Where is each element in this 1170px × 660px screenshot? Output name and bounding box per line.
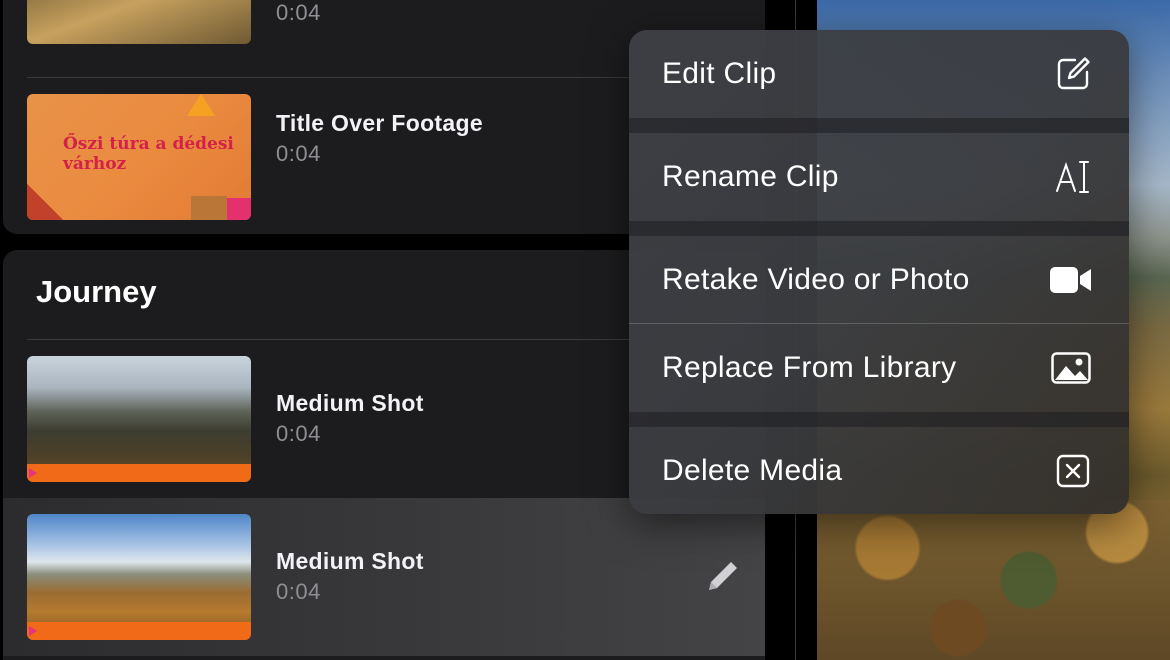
menu-item-label: Rename Clip (662, 160, 839, 193)
menu-item-label: Edit Clip (662, 57, 777, 90)
delete-box-icon (1053, 451, 1093, 491)
corner-shape (27, 184, 63, 220)
clip-thumbnail (27, 356, 251, 482)
menu-item-replace-from-library[interactable]: Replace From Library (629, 324, 1129, 412)
triangle-shape (187, 94, 215, 116)
lower-third-bar (27, 622, 251, 640)
edit-square-icon (1053, 54, 1093, 94)
pattern-shape (191, 196, 227, 220)
video-camera-icon (1049, 260, 1093, 300)
menu-item-delete-media[interactable]: Delete Media (629, 427, 1129, 514)
menu-item-label: Replace From Library (662, 351, 957, 384)
photo-icon (1049, 348, 1093, 388)
clip-title: Medium Shot (276, 548, 424, 574)
clip-thumbnail (27, 0, 251, 44)
clip-title: Title Over Footage (276, 110, 483, 136)
section-title: Journey (36, 274, 157, 309)
menu-item-label: Delete Media (662, 453, 843, 487)
pencil-icon (709, 562, 737, 590)
clip-duration: 0:04 (276, 421, 321, 446)
thumbnail-title-text: Őszi túra a dédesi várhoz (63, 134, 234, 174)
clip-row-selected[interactable]: Medium Shot 0:04 (3, 498, 765, 656)
edit-clip-button[interactable] (701, 554, 745, 598)
video-preview-foliage (817, 500, 1170, 660)
menu-group-gap (629, 221, 1129, 236)
play-marker-icon (29, 468, 37, 478)
context-menu: Edit Clip Rename Clip Retake Video or Ph… (629, 30, 1129, 514)
lower-third-bar (27, 464, 251, 482)
menu-item-edit-clip[interactable]: Edit Clip (629, 30, 1129, 118)
menu-item-retake-video[interactable]: Retake Video or Photo (629, 236, 1129, 323)
menu-item-label: Retake Video or Photo (662, 262, 970, 296)
menu-item-rename-clip[interactable]: Rename Clip (629, 133, 1129, 221)
clip-duration: 0:04 (276, 0, 321, 25)
clip-duration: 0:04 (276, 579, 321, 604)
text-cursor-icon (1053, 157, 1093, 197)
menu-group-gap (629, 118, 1129, 133)
clip-duration: 0:04 (276, 141, 321, 166)
clip-thumbnail: Őszi túra a dédesi várhoz (27, 94, 251, 220)
clip-title: Medium Shot (276, 390, 424, 416)
menu-group-gap (629, 412, 1129, 427)
play-marker-icon (29, 626, 37, 636)
corner-shape (227, 198, 251, 220)
clip-thumbnail (27, 514, 251, 640)
